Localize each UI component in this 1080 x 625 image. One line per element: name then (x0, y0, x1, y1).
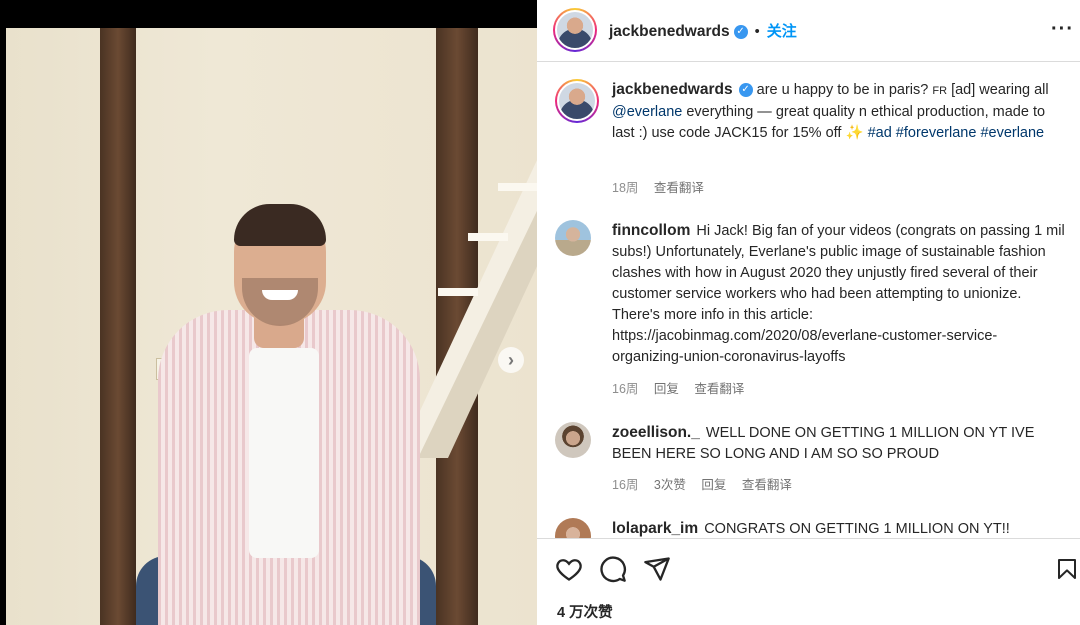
comment-username[interactable]: zoeellison._ (612, 424, 700, 441)
photo-beam-left (100, 28, 136, 625)
verified-icon: ✓ (733, 25, 748, 40)
verified-icon: ✓ (738, 83, 753, 98)
comment-avatar[interactable] (555, 220, 591, 256)
follow-button[interactable]: 关注 (767, 23, 797, 40)
hashtag-link[interactable]: #everlane (980, 125, 1044, 141)
likes-count-button[interactable]: 3次赞 (654, 478, 686, 492)
photo-tshirt (249, 348, 319, 558)
photo-smile (262, 290, 298, 300)
comments-scroll[interactable]: jackbenedwards ✓ are u happy to be in par… (537, 63, 1080, 538)
post-panel: jackbenedwards ✓ • 关注 ··· jackbenedwards ✓… (537, 0, 1080, 625)
hashtag-link[interactable]: #foreverlane (896, 125, 977, 141)
separator-dot: • (754, 24, 760, 40)
post-header: jackbenedwards ✓ • 关注 ··· (537, 0, 1080, 62)
header-user-line: jackbenedwards ✓ • 关注 (609, 20, 797, 41)
reply-button[interactable]: 回复 (654, 382, 679, 396)
comment-time: 16周 (612, 382, 639, 396)
reply-button[interactable]: 回复 (701, 478, 726, 492)
author-username[interactable]: jackbenedwards (609, 23, 730, 40)
caption-time: 18周 (612, 181, 639, 195)
comment-username[interactable]: lolapark_im (612, 520, 698, 537)
chevron-right-icon: › (508, 349, 514, 370)
next-media-button[interactable]: › (498, 347, 524, 373)
comment-body: Hi Jack! Big fan of your videos (congrat… (612, 223, 1065, 365)
caption-meta: 18周 查看翻译 (612, 177, 716, 196)
comment-username[interactable]: finncollom (612, 222, 690, 239)
hashtag-link[interactable]: #ad (868, 125, 892, 141)
comment-meta: 16周 回复 查看翻译 (612, 378, 756, 397)
comment-meta: 16周 3次赞 回复 查看翻译 (612, 474, 804, 493)
translate-button[interactable]: 查看翻译 (742, 478, 792, 492)
comment-text: finncollom Hi Jack! Big fan of your vide… (612, 220, 1067, 368)
caption-translate-button[interactable]: 查看翻译 (654, 181, 704, 195)
caption-avatar[interactable] (555, 79, 599, 123)
more-icon[interactable]: ··· (1051, 18, 1074, 41)
flag-icon: FR (932, 85, 948, 97)
heart-icon[interactable] (555, 555, 583, 583)
caption-text: jackbenedwards ✓ are u happy to be in par… (612, 79, 1067, 144)
translate-button[interactable]: 查看翻译 (694, 382, 744, 396)
caption-part-2: [ad] wearing all (947, 82, 1049, 98)
comment-avatar[interactable] (555, 518, 591, 538)
post-action-bar: 4 万次赞 (537, 538, 1080, 625)
caption-username[interactable]: jackbenedwards (612, 81, 733, 98)
caption-part-1: are u happy to be in paris? (756, 82, 933, 98)
share-icon[interactable] (643, 555, 671, 583)
comment-time: 16周 (612, 478, 639, 492)
comment-text: lolapark_im CONGRATS ON GETTING 1 MILLIO… (612, 518, 1067, 538)
post-photo[interactable] (6, 28, 537, 625)
author-avatar[interactable] (553, 8, 597, 52)
bookmark-icon[interactable] (1055, 555, 1079, 583)
comment-avatar[interactable] (555, 422, 591, 458)
comment-icon[interactable] (599, 555, 627, 583)
comment-body: CONGRATS ON GETTING 1 MILLION ON YT!! (704, 521, 1010, 537)
comment-text: zoeellison._ WELL DONE ON GETTING 1 MILL… (612, 422, 1067, 465)
likes-count[interactable]: 4 万次赞 (557, 601, 613, 622)
post-media: › (0, 0, 537, 625)
mention-link[interactable]: @everlane (612, 104, 682, 120)
